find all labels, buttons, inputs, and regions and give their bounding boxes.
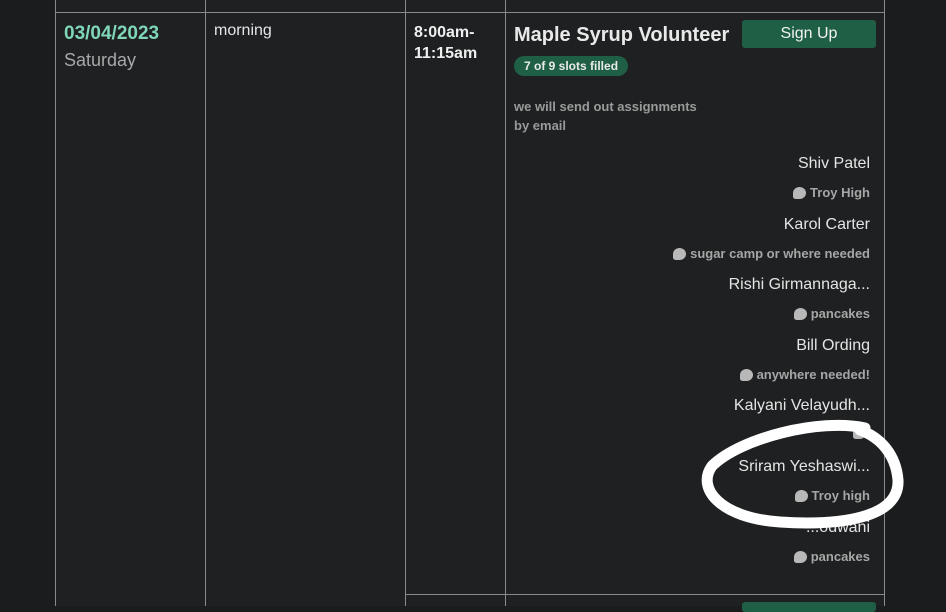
signup-name: Karol Carter: [783, 216, 870, 233]
comment-icon: [793, 186, 807, 199]
comment-icon: [673, 247, 687, 260]
signup-name: Shiv Patel: [797, 155, 870, 172]
table-border-left: [55, 0, 56, 606]
slot-note: we will send out assignments by email: [514, 99, 697, 133]
next-sign-up-button[interactable]: [742, 602, 876, 612]
signup-name: Rishi Girmannaga...: [728, 276, 870, 293]
signup-comment: pancakes: [793, 549, 870, 564]
time-cell: 8:00am- 11:15am: [414, 22, 498, 64]
column-divider: [505, 0, 506, 606]
signup-comment: Troy High: [793, 185, 870, 200]
slots-filled-badge: 7 of 9 slots filled: [514, 56, 629, 76]
signup-name: Kalyani Velayudh...: [733, 397, 870, 414]
column-divider: [205, 0, 206, 606]
row-divider: [405, 594, 885, 595]
period-cell: morning: [214, 22, 272, 39]
signup-comment: pancakes: [793, 306, 870, 321]
comment-icon: [793, 307, 807, 320]
slot-title: Maple Syrup Volunteer: [514, 24, 730, 46]
signup-name: Bill Ording: [796, 337, 870, 354]
time-start: 8:00am-: [414, 24, 475, 41]
row-divider: [55, 12, 885, 13]
signup-comment: sugar camp or where needed: [673, 246, 870, 261]
date-cell: 03/04/2023: [64, 23, 160, 44]
column-divider: [405, 0, 406, 606]
signup-comment: anywhere needed!: [739, 367, 870, 382]
comment-icon: [793, 550, 807, 563]
comment-icon: [739, 368, 753, 381]
sign-up-button[interactable]: Sign Up: [742, 20, 876, 48]
weekday-cell: Saturday: [64, 50, 137, 70]
time-end: 11:15am: [414, 45, 478, 62]
scribble-annotation: [701, 419, 904, 529]
